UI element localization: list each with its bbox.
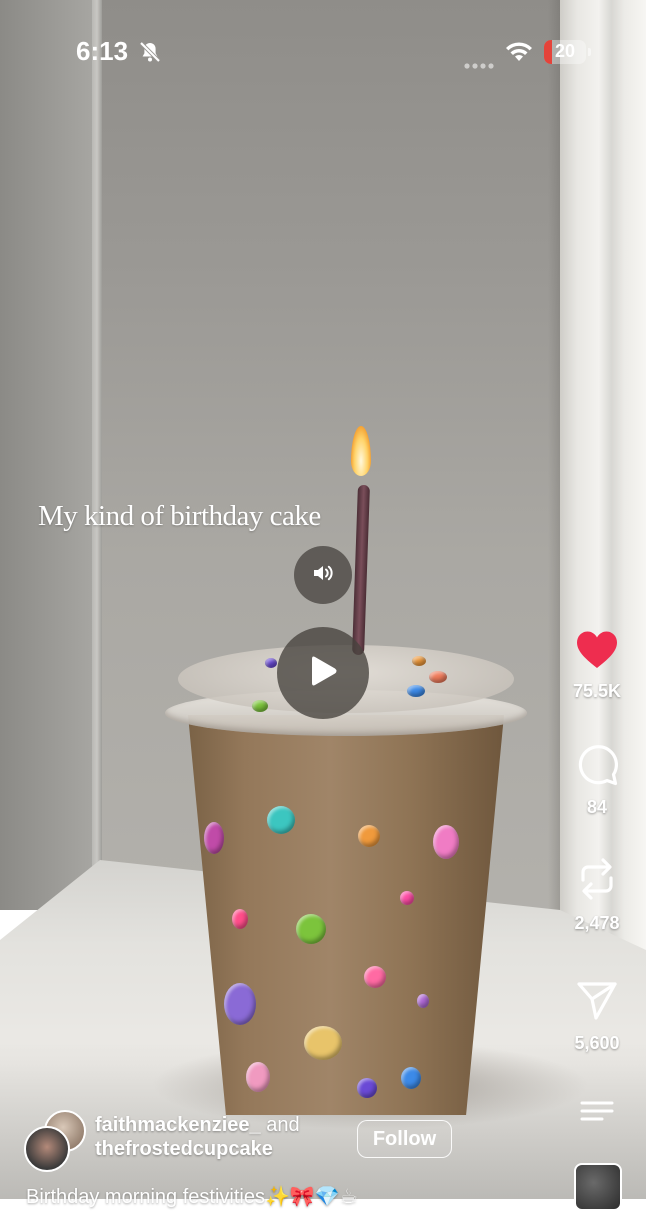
repost-action[interactable]: 2,478	[560, 856, 634, 934]
wall-edge	[92, 0, 102, 910]
gem	[252, 700, 268, 712]
collaborator-username[interactable]: thefrostedcupcake	[95, 1138, 273, 1160]
share-count: 5,600	[574, 1033, 620, 1053]
gem	[296, 914, 326, 944]
status-time: 6:13	[76, 36, 129, 66]
gem	[304, 1026, 342, 1060]
authors-joiner: and	[266, 1114, 300, 1136]
gem	[364, 966, 386, 988]
author-username[interactable]: faithmackenziee_	[95, 1114, 261, 1136]
more-options-icon[interactable]	[580, 1100, 614, 1122]
gem	[407, 685, 425, 697]
gem	[357, 1078, 377, 1098]
speaker-icon	[312, 563, 334, 588]
gem	[265, 658, 277, 668]
like-count: 75.5K	[572, 681, 622, 701]
gem	[417, 994, 429, 1008]
more-dots-icon	[464, 56, 494, 69]
battery-icon: 20	[544, 40, 586, 64]
battery-cap	[588, 48, 591, 56]
bell-off-icon	[138, 40, 162, 64]
repost-icon[interactable]	[560, 856, 634, 907]
gem	[412, 656, 426, 666]
follow-button[interactable]: Follow	[357, 1120, 452, 1158]
share-action[interactable]: 5,600	[560, 980, 634, 1054]
battery-percent: 20	[554, 41, 576, 61]
gem	[429, 671, 447, 683]
comment-action[interactable]: 84	[560, 744, 634, 818]
gem	[433, 825, 459, 859]
gem	[246, 1062, 270, 1092]
send-paper-plane-icon[interactable]	[560, 980, 634, 1027]
gem	[232, 909, 248, 929]
like-action[interactable]: 75.5K	[560, 630, 634, 702]
comment-bubble-icon[interactable]	[560, 744, 634, 791]
play-button[interactable]	[277, 627, 369, 719]
gem	[358, 825, 380, 847]
post-caption[interactable]: Birthday morning festivities✨🎀💎☕	[26, 1184, 358, 1209]
repost-count: 2,478	[574, 913, 620, 933]
audio-thumbnail[interactable]	[574, 1163, 622, 1211]
gem	[401, 1067, 421, 1089]
play-icon	[306, 653, 340, 694]
gem	[224, 983, 256, 1025]
post-authors: faithmackenziee_ and thefrostedcupcake	[95, 1113, 300, 1161]
heart-icon[interactable]	[560, 630, 634, 675]
author-avatar[interactable]	[24, 1126, 70, 1172]
gem	[267, 806, 295, 834]
wall-left	[0, 0, 100, 910]
comment-count: 84	[586, 797, 608, 817]
sound-toggle-button[interactable]	[294, 546, 352, 604]
wifi-icon	[504, 40, 534, 64]
gem	[400, 891, 414, 905]
gem	[204, 822, 224, 854]
video-overlay-text: My kind of birthday cake	[38, 500, 321, 532]
